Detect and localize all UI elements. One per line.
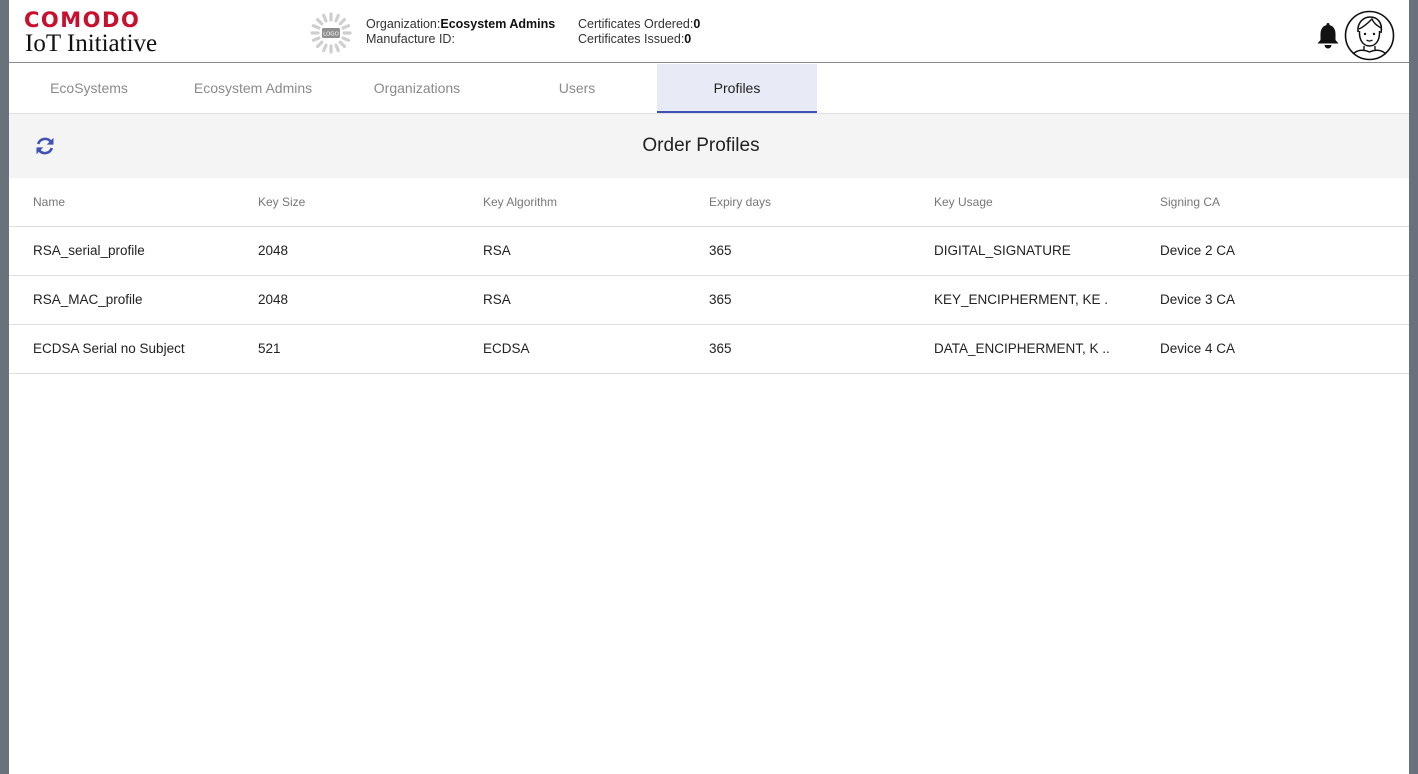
- bell-icon[interactable]: [1315, 22, 1341, 50]
- tab-users[interactable]: Users: [497, 64, 657, 113]
- certificate-info: Certificates Ordered:0 Certificates Issu…: [578, 17, 700, 47]
- avatar-icon[interactable]: [1344, 10, 1395, 61]
- app-window: COMODO IoT Initiative LOGO Organization:…: [9, 0, 1409, 774]
- table-row[interactable]: ECDSA Serial no Subject 521 ECDSA 365 DA…: [9, 325, 1409, 374]
- cell-name: ECDSA Serial no Subject: [33, 341, 185, 356]
- refresh-icon[interactable]: [34, 135, 56, 157]
- organization-name: Ecosystem Admins: [440, 17, 556, 31]
- column-header-key-usage[interactable]: Key Usage: [934, 178, 1109, 226]
- table-header-row: Name Key Size Key Algorithm Expiry days …: [9, 178, 1409, 227]
- certificates-ordered-line: Certificates Ordered:0: [578, 17, 701, 31]
- page-title: Order Profiles: [642, 135, 760, 156]
- organization-info: Organization:Ecosystem Admins Manufactur…: [366, 17, 555, 47]
- table-row[interactable]: RSA_MAC_profile 2048 RSA 365 KEY_ENCIPHE…: [9, 276, 1409, 325]
- cell-name: RSA_MAC_profile: [33, 292, 143, 307]
- cell-signing-ca: Device 2 CA: [1160, 243, 1236, 258]
- profiles-table: Name Key Size Key Algorithm Expiry days …: [9, 178, 1409, 374]
- cell-signing-ca: Device 3 CA: [1160, 292, 1236, 307]
- cell-name: RSA_serial_profile: [33, 243, 145, 258]
- cell-expiry-days: 365: [709, 292, 732, 307]
- top-header: COMODO IoT Initiative LOGO Organization:…: [9, 0, 1409, 63]
- column-header-name[interactable]: Name: [33, 178, 248, 226]
- certificates-ordered-count: 0: [693, 17, 701, 31]
- cell-key-algorithm: RSA: [483, 292, 511, 307]
- cell-expiry-days: 365: [709, 341, 732, 356]
- cell-key-algorithm: RSA: [483, 243, 511, 258]
- table-row[interactable]: RSA_serial_profile 2048 RSA 365 DIGITAL_…: [9, 227, 1409, 276]
- cell-signing-ca: Device 4 CA: [1160, 341, 1236, 356]
- cell-expiry-days: 365: [709, 243, 732, 258]
- svg-text:LOGO: LOGO: [323, 32, 339, 38]
- brand-logo-comodo[interactable]: COMODO: [24, 9, 140, 31]
- cell-key-usage: DATA_ENCIPHERMENT, K ...: [934, 341, 1109, 356]
- organization-logo-placeholder-icon: LOGO: [310, 12, 352, 54]
- brand-subtitle: IoT Initiative: [25, 30, 158, 57]
- cell-key-size: 2048: [258, 292, 289, 307]
- certificates-issued-line: Certificates Issued:0: [578, 32, 692, 46]
- cell-key-algorithm: ECDSA: [483, 341, 530, 356]
- tab-organizations[interactable]: Organizations: [337, 64, 497, 113]
- column-header-expiry-days[interactable]: Expiry days: [709, 178, 924, 226]
- cell-key-size: 2048: [258, 243, 289, 258]
- tab-ecosystems[interactable]: EcoSystems: [9, 64, 169, 113]
- tab-profiles[interactable]: Profiles: [657, 64, 817, 113]
- organization-line: Organization:Ecosystem Admins: [366, 17, 556, 31]
- main-tabs: EcoSystems Ecosystem Admins Organization…: [9, 64, 1409, 114]
- manufacture-id-line: Manufacture ID:: [366, 32, 455, 46]
- column-header-key-size[interactable]: Key Size: [258, 178, 473, 226]
- cell-key-usage: KEY_ENCIPHERMENT, KE ...: [934, 292, 1109, 307]
- column-header-signing-ca[interactable]: Signing CA: [1160, 178, 1375, 226]
- cell-key-usage: DIGITAL_SIGNATURE: [934, 243, 1071, 258]
- certificates-issued-count: 0: [684, 32, 692, 46]
- cell-key-size: 521: [258, 341, 281, 356]
- tab-ecosystem-admins[interactable]: Ecosystem Admins: [173, 64, 333, 113]
- panel-header: Order Profiles: [9, 114, 1409, 178]
- column-header-key-algorithm[interactable]: Key Algorithm: [483, 178, 698, 226]
